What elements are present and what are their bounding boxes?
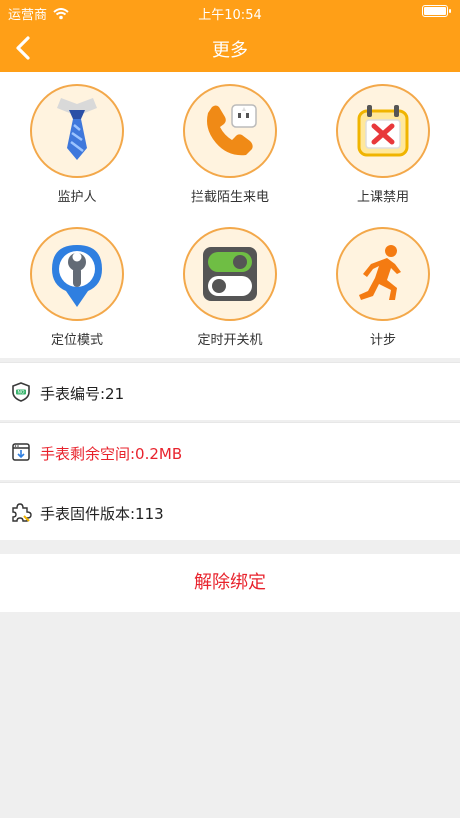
remaining-space-row: 手表剩余空间:0.2MB: [0, 422, 460, 480]
runner-icon: [359, 245, 401, 300]
feature-grid: 监护人 拦截陌生来电 上课禁用 定位模式 定时开关机 计步: [0, 72, 460, 358]
scheduled-power-item[interactable]: 定时开关机: [153, 215, 307, 358]
block-calls-icon-circle: [183, 84, 277, 178]
status-bar: 运营商 上午10:54: [0, 0, 460, 24]
block-calls-item[interactable]: 拦截陌生来电: [153, 72, 307, 215]
block-calls-label: 拦截陌生来电: [190, 190, 269, 205]
toggle-switch-icon: [203, 247, 257, 301]
location-mode-label: 定位模式: [50, 333, 103, 348]
watch-number-row: NO 手表编号:21: [0, 362, 460, 420]
tie-icon: [57, 98, 97, 160]
scheduled-power-label: 定时开关机: [197, 333, 263, 348]
location-mode-icon-circle: [30, 227, 124, 321]
top-header: 运营商 上午10:54 更多: [0, 0, 460, 72]
page-title: 更多: [212, 40, 248, 61]
status-time: 上午10:54: [198, 8, 262, 23]
shield-no-icon: NO: [12, 382, 30, 402]
puzzle-icon: [12, 503, 32, 522]
watch-number-text: 手表编号:21: [40, 385, 125, 403]
svg-text:NO: NO: [17, 390, 24, 396]
phone-block-icon: [207, 104, 257, 156]
class-mode-label: 上课禁用: [356, 190, 409, 205]
pedometer-label: 计步: [369, 333, 396, 348]
guardian-icon-circle: [30, 84, 124, 178]
pedometer-item[interactable]: 计步: [306, 215, 460, 358]
unbind-button[interactable]: 解除绑定: [0, 554, 460, 612]
pedometer-icon-circle: [336, 227, 430, 321]
calendar-x-icon: [357, 105, 409, 157]
guardian-item[interactable]: 监护人: [0, 72, 154, 215]
location-wrench-icon: [52, 245, 102, 307]
firmware-row: 手表固件版本:113: [0, 482, 460, 540]
storage-download-icon: [12, 443, 30, 461]
nav-bar: 更多: [0, 24, 460, 72]
guardian-label: 监护人: [57, 190, 97, 205]
location-mode-item[interactable]: 定位模式: [0, 215, 154, 358]
firmware-text: 手表固件版本:113: [40, 505, 164, 523]
class-mode-icon-circle: [336, 84, 430, 178]
battery-icon: [422, 5, 451, 17]
scheduled-power-icon-circle: [183, 227, 277, 321]
remaining-space-text: 手表剩余空间:0.2MB: [40, 445, 183, 463]
class-mode-item[interactable]: 上课禁用: [306, 72, 460, 215]
